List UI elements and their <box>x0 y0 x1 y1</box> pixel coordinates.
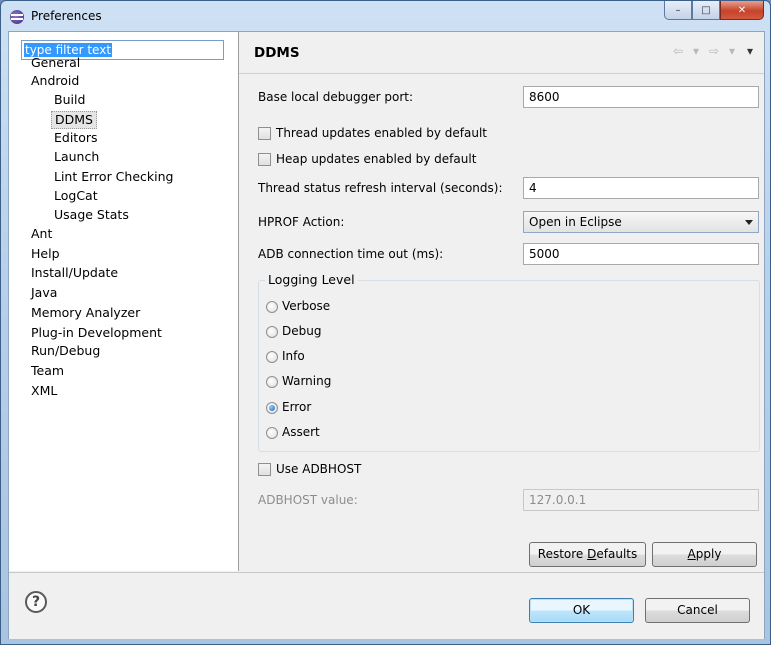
page-navigation: ⇦ ▾ ⇨ ▾ ▾ <box>670 44 758 58</box>
tree-item-plugin-development[interactable]: Plug-in Development <box>31 324 162 342</box>
help-icon[interactable]: ? <box>25 591 47 613</box>
tree-item-run-debug[interactable]: Run/Debug <box>31 342 100 360</box>
logging-level-group <box>258 280 760 452</box>
back-arrow-icon[interactable]: ⇦ <box>670 44 686 58</box>
heap-updates-checkbox[interactable] <box>258 153 271 166</box>
apply-mnemonic: A <box>687 547 696 561</box>
tree-item-lint-error-checking[interactable]: Lint Error Checking <box>54 168 173 186</box>
forward-arrow-icon[interactable]: ⇨ <box>706 44 722 58</box>
radio-verbose-label: Verbose <box>282 299 331 313</box>
tree-item-android[interactable]: Android <box>31 72 79 90</box>
tree-item-ant[interactable]: Ant <box>31 225 52 243</box>
hprof-action-value: Open in Eclipse <box>529 215 622 229</box>
tree-item-xml[interactable]: XML <box>31 382 57 400</box>
adb-timeout-label: ADB connection time out (ms): <box>258 247 444 261</box>
dialog-footer: ? OK Cancel <box>9 572 764 639</box>
tree-item-memory-analyzer[interactable]: Memory Analyzer <box>31 304 140 322</box>
view-menu-chevron-icon[interactable]: ▾ <box>742 44 758 58</box>
radio-info[interactable] <box>266 351 278 363</box>
cancel-button[interactable]: Cancel <box>645 598 750 623</box>
radio-debug[interactable] <box>266 326 278 338</box>
apply-label-end: pply <box>695 547 722 561</box>
maximize-button[interactable]: □ <box>692 1 720 20</box>
ok-button[interactable]: OK <box>529 598 634 623</box>
eclipse-icon <box>10 10 24 24</box>
ddms-preference-page: DDMS ⇦ ▾ ⇨ ▾ ▾ Base local debugger port:… <box>239 32 764 571</box>
tree-item-ddms[interactable]: DDMS <box>51 111 97 129</box>
adb-timeout-input[interactable]: 5000 <box>523 243 759 265</box>
radio-info-label: Info <box>282 349 305 363</box>
close-button[interactable]: ✕ <box>720 1 764 20</box>
restore-defaults-label-start: Restore <box>537 547 588 561</box>
tree-item-editors[interactable]: Editors <box>54 129 98 147</box>
radio-verbose[interactable] <box>266 301 278 313</box>
restore-defaults-mnemonic: D <box>587 547 597 561</box>
dropdown-arrow-icon <box>745 220 753 225</box>
tree-item-java[interactable]: Java <box>31 284 57 302</box>
debugger-port-label: Base local debugger port: <box>258 90 414 104</box>
minimize-button[interactable]: – <box>664 1 692 20</box>
logging-level-title: Logging Level <box>265 272 358 287</box>
hprof-action-label: HPROF Action: <box>258 215 345 229</box>
debugger-port-input[interactable]: 8600 <box>523 86 759 108</box>
radio-error-label: Error <box>282 400 312 414</box>
radio-warning-label: Warning <box>282 374 332 388</box>
hprof-action-select[interactable]: Open in Eclipse <box>523 211 759 233</box>
dialog-client: type filter text General Android Build D… <box>8 31 765 639</box>
use-adbhost-label: Use ADBHOST <box>276 462 362 476</box>
page-header: DDMS ⇦ ▾ ⇨ ▾ ▾ <box>239 32 764 74</box>
restore-defaults-label-end: efaults <box>596 547 638 561</box>
use-adbhost-checkbox[interactable] <box>258 463 271 476</box>
thread-refresh-label: Thread status refresh interval (seconds)… <box>258 181 503 195</box>
tree-item-usage-stats[interactable]: Usage Stats <box>54 206 129 224</box>
thread-updates-checkbox[interactable] <box>258 127 271 140</box>
tree-item-team[interactable]: Team <box>31 362 64 380</box>
adbhost-value-label: ADBHOST value: <box>258 493 358 507</box>
tree-item-build[interactable]: Build <box>54 91 85 109</box>
thread-refresh-input[interactable]: 4 <box>523 177 759 199</box>
tree-item-install-update[interactable]: Install/Update <box>31 264 118 282</box>
radio-debug-label: Debug <box>282 324 322 338</box>
title-bar[interactable]: Preferences – □ ✕ <box>1 1 770 31</box>
preferences-tree-panel: type filter text General Android Build D… <box>9 32 239 571</box>
radio-error[interactable] <box>266 402 278 414</box>
radio-assert-label: Assert <box>282 425 320 439</box>
page-title: DDMS <box>254 45 300 61</box>
tree-item-launch[interactable]: Launch <box>54 148 99 166</box>
preferences-window: Preferences – □ ✕ type filter text Gener… <box>0 0 771 645</box>
window-controls: – □ ✕ <box>664 1 764 21</box>
window-title: Preferences <box>31 9 102 23</box>
tree-item-logcat[interactable]: LogCat <box>54 187 98 205</box>
thread-updates-label: Thread updates enabled by default <box>276 126 487 140</box>
radio-assert[interactable] <box>266 427 278 439</box>
heap-updates-label: Heap updates enabled by default <box>276 152 477 166</box>
forward-menu-chevron-icon[interactable]: ▾ <box>724 44 740 58</box>
restore-defaults-button[interactable]: Restore Defaults <box>529 542 646 567</box>
tree-item-help[interactable]: Help <box>31 245 60 263</box>
adbhost-value-input[interactable]: 127.0.0.1 <box>523 489 759 511</box>
tree-item-general[interactable]: General <box>31 54 80 72</box>
apply-button[interactable]: Apply <box>652 542 757 567</box>
radio-warning[interactable] <box>266 376 278 388</box>
back-menu-chevron-icon[interactable]: ▾ <box>688 44 704 58</box>
